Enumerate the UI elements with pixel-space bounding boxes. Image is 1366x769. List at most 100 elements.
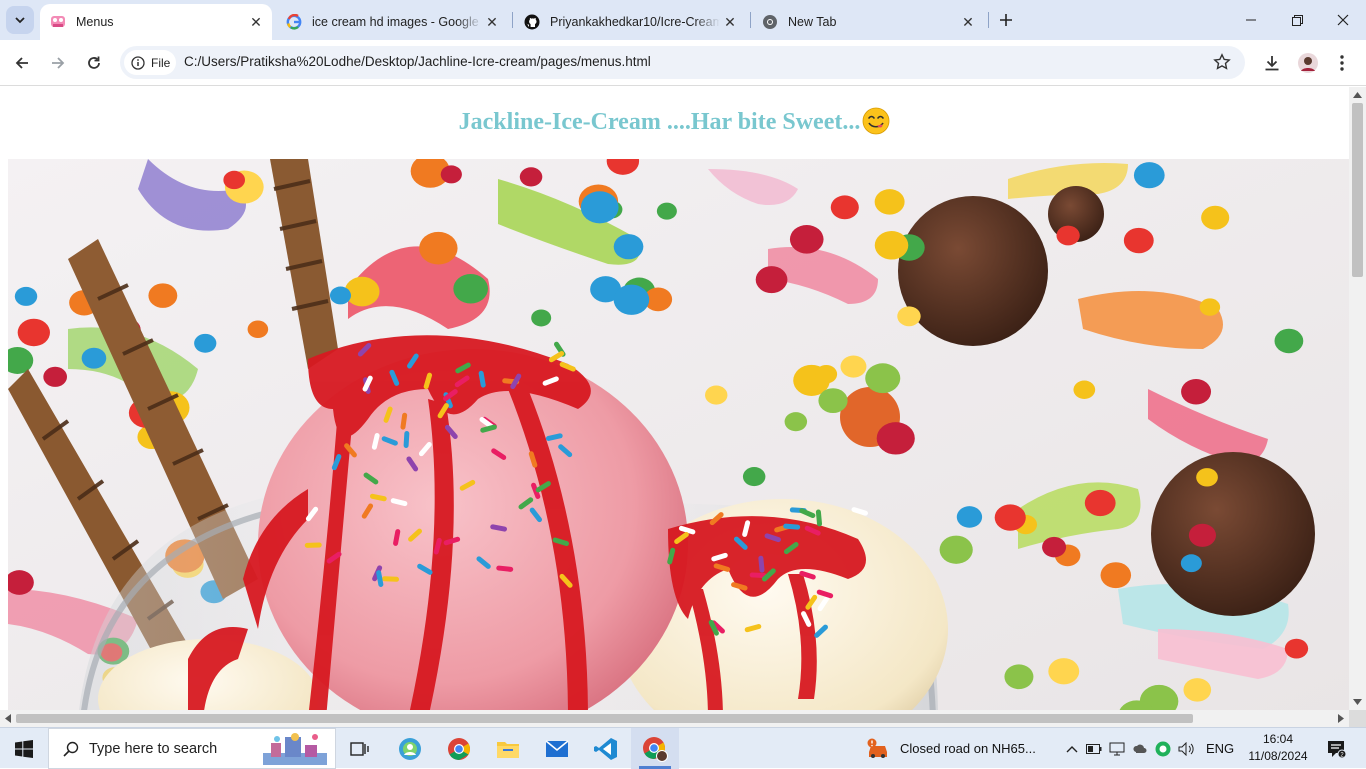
- chrome-icon: [762, 14, 778, 30]
- heading-text: Jackline-Ice-Cream ....Har bite Sweet...: [459, 109, 861, 135]
- battery-icon[interactable]: [1086, 744, 1102, 754]
- news-text: Closed road on NH65...: [900, 741, 1036, 756]
- reload-icon: [86, 55, 102, 71]
- tab-title: ice cream hd images - Google S: [312, 15, 482, 29]
- mail-icon: [545, 740, 569, 758]
- vscode-icon: [594, 737, 618, 761]
- tab-separator: [512, 12, 513, 28]
- task-view-icon: [350, 740, 370, 758]
- reload-button[interactable]: [78, 47, 110, 79]
- system-tray: ENG: [1066, 728, 1234, 769]
- github-icon: [524, 14, 540, 30]
- folder-icon: [496, 738, 520, 760]
- site-info-chip[interactable]: File: [124, 50, 176, 75]
- url-text[interactable]: C:/Users/Pratiksha%20Lodhe/Desktop/Jachl…: [184, 54, 651, 69]
- profile-button[interactable]: [1292, 47, 1324, 79]
- taskbar-vscode[interactable]: [582, 728, 630, 769]
- plus-icon: [999, 13, 1013, 27]
- car-alert-icon: [866, 738, 892, 760]
- new-tab-button[interactable]: [994, 8, 1018, 32]
- minimize-button[interactable]: [1228, 0, 1274, 40]
- tab-title: New Tab: [788, 15, 958, 29]
- volume-icon[interactable]: [1178, 742, 1196, 756]
- download-icon: [1263, 54, 1281, 72]
- close-tab-icon[interactable]: ✕: [482, 12, 502, 32]
- info-icon: [131, 56, 145, 70]
- chevron-down-icon: [14, 14, 26, 26]
- search-placeholder: Type here to search: [89, 741, 217, 757]
- cloud-sync-icon[interactable]: [1132, 741, 1148, 757]
- scroll-left-arrow-icon[interactable]: [5, 714, 11, 723]
- horizontal-scrollbar[interactable]: [0, 710, 1349, 727]
- chrome-icon: [447, 737, 471, 761]
- taskbar-mail[interactable]: [533, 728, 581, 769]
- clock-time: 16:04: [1240, 731, 1316, 748]
- tab-separator: [750, 12, 751, 28]
- taskbar-file-explorer[interactable]: [484, 728, 532, 769]
- horizontal-scrollbar-thumb[interactable]: [16, 714, 1193, 723]
- arrow-left-icon: [14, 55, 30, 71]
- search-highlight-image: [259, 731, 331, 767]
- forward-button[interactable]: [42, 47, 74, 79]
- restore-button[interactable]: [1274, 0, 1320, 40]
- close-icon: [1337, 14, 1349, 26]
- close-tab-icon[interactable]: ✕: [720, 12, 740, 32]
- tab-title: Menus: [76, 15, 246, 29]
- task-view-button[interactable]: [336, 728, 384, 769]
- chevron-up-icon[interactable]: [1066, 745, 1078, 753]
- tab-google-search[interactable]: ice cream hd images - Google S ✕: [276, 4, 508, 40]
- hero-image: [8, 159, 1349, 710]
- address-bar[interactable]: File C:/Users/Pratiksha%20Lodhe/Desktop/…: [120, 46, 1245, 79]
- windows-taskbar: Type here to search Closed road on NH65.…: [0, 727, 1366, 768]
- taskbar-chrome[interactable]: [435, 728, 483, 769]
- taskbar-clock[interactable]: 16:04 11/08/2024: [1240, 731, 1316, 765]
- clock-date: 11/08/2024: [1240, 748, 1316, 765]
- tab-title: Priyankakhedkar10/Icre-Cream: [550, 15, 720, 29]
- taskbar-people-app[interactable]: [386, 728, 434, 769]
- people-app-icon: [398, 737, 422, 761]
- taskbar-chrome-profile[interactable]: [631, 728, 679, 769]
- scroll-up-arrow-icon[interactable]: [1353, 92, 1362, 98]
- vertical-scrollbar-thumb[interactable]: [1352, 103, 1363, 277]
- page-heading: Jackline-Ice-Cream ....Har bite Sweet...: [0, 107, 1349, 136]
- arrow-right-icon: [50, 55, 66, 71]
- vertical-scrollbar[interactable]: [1349, 87, 1366, 710]
- downloads-button[interactable]: [1256, 47, 1288, 79]
- bookmark-star-icon[interactable]: [1213, 53, 1231, 71]
- back-button[interactable]: [6, 47, 38, 79]
- start-button[interactable]: [0, 728, 48, 769]
- scroll-right-arrow-icon[interactable]: [1338, 714, 1344, 723]
- green-app-icon[interactable]: [1155, 741, 1171, 757]
- ice-cream-favicon: [50, 14, 66, 30]
- close-tab-icon[interactable]: ✕: [246, 12, 266, 32]
- tab-separator: [988, 12, 989, 28]
- tab-strip: Menus ✕ ice cream hd images - Google S ✕…: [0, 0, 1366, 40]
- google-g-icon: [286, 14, 302, 30]
- notification-icon: 2: [1326, 739, 1346, 759]
- avatar: [1298, 53, 1318, 73]
- scroll-down-arrow-icon[interactable]: [1353, 699, 1362, 705]
- close-tab-icon[interactable]: ✕: [958, 12, 978, 32]
- news-widget[interactable]: Closed road on NH65...: [866, 728, 1036, 769]
- tab-menus[interactable]: Menus ✕: [40, 4, 272, 40]
- tab-new-tab[interactable]: New Tab ✕: [752, 4, 984, 40]
- restore-icon: [1292, 15, 1303, 26]
- chrome-profile-icon: [642, 736, 668, 762]
- taskbar-search-box[interactable]: Type here to search: [48, 728, 336, 769]
- search-icon: [63, 741, 79, 757]
- minimize-icon: [1246, 15, 1256, 25]
- windows-logo-icon: [15, 740, 33, 758]
- input-language[interactable]: ENG: [1206, 741, 1234, 756]
- more-vert-icon: [1340, 55, 1344, 71]
- close-window-button[interactable]: [1320, 0, 1366, 40]
- scrollbar-corner: [1349, 710, 1366, 727]
- page-viewport: Jackline-Ice-Cream ....Har bite Sweet...: [0, 87, 1349, 710]
- ice-cream-sundae-candy-photo: [8, 159, 1349, 710]
- notification-center-button[interactable]: 2: [1316, 728, 1356, 769]
- chrome-menu-button[interactable]: [1326, 47, 1358, 79]
- tab-github[interactable]: Priyankakhedkar10/Icre-Cream ✕: [514, 4, 746, 40]
- browser-toolbar: File C:/Users/Pratiksha%20Lodhe/Desktop/…: [0, 40, 1366, 86]
- network-icon[interactable]: [1109, 742, 1125, 756]
- chip-label: File: [151, 56, 170, 70]
- tab-search-button[interactable]: [6, 6, 34, 34]
